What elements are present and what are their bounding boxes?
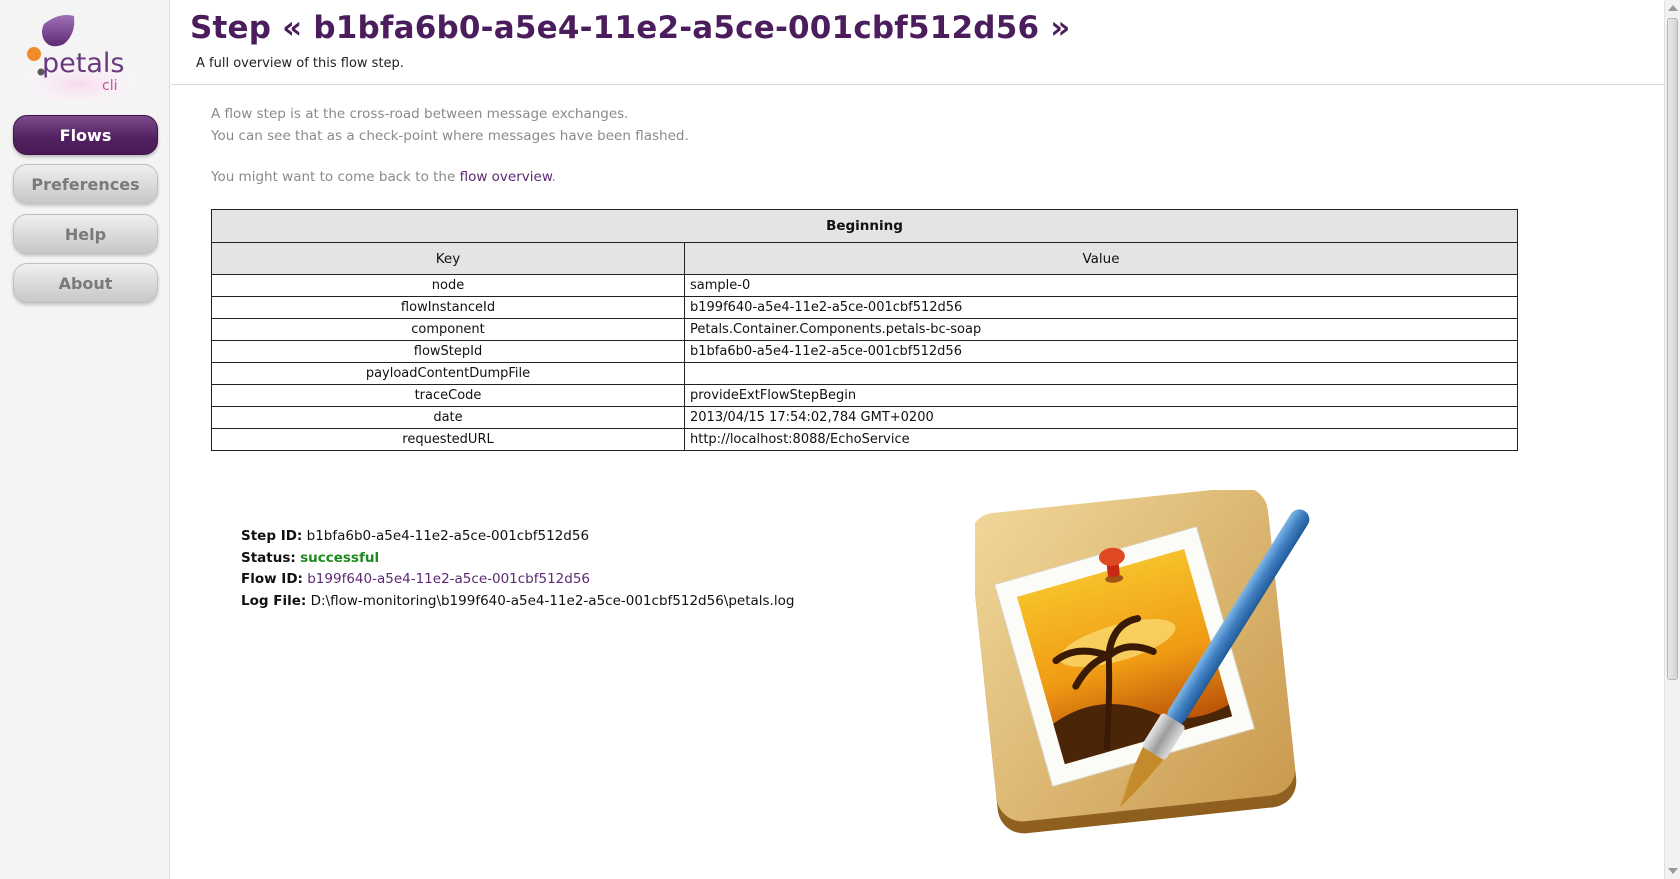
row-value: 2013/04/15 17:54:02,784 GMT+0200 [684,406,1518,429]
back-suffix: . [551,169,556,185]
row-value: http://localhost:8088/EchoService [684,428,1518,451]
petals-logo[interactable]: petals cli [14,10,144,104]
table-row: flowStepId b1bfa6b0-a5e4-11e2-a5ce-001cb… [211,340,1518,363]
nav-about-button[interactable]: About [13,263,158,303]
row-value: b199f640-a5e4-11e2-a5ce-001cbf512d56 [684,296,1518,319]
nav-flows-button[interactable]: Flows [13,115,158,155]
logo-brand-text: petals [42,48,124,79]
row-value: b1bfa6b0-a5e4-11e2-a5ce-001cbf512d56 [684,340,1518,363]
table-row: requestedURL http://localhost:8088/EchoS… [211,428,1518,451]
column-header-key: Key [211,242,685,275]
page-title: Step « b1bfa6b0-a5e4-11e2-a5ce-001cbf512… [190,10,1071,46]
step-details: Step ID: b1bfa6b0-a5e4-11e2-a5ce-001cbf5… [241,526,794,612]
flow-id-line: Flow ID: b199f640-a5e4-11e2-a5ce-001cbf5… [241,569,794,591]
nav-about-label: About [58,273,113,293]
row-key: component [211,318,685,341]
vertical-scrollbar[interactable] [1664,0,1680,879]
page-subtitle: A full overview of this flow step. [196,56,404,71]
row-key: requestedURL [211,428,685,451]
page-header: Step « b1bfa6b0-a5e4-11e2-a5ce-001cbf512… [171,0,1664,85]
log-file-label: Log File: [241,592,307,609]
row-key: date [211,406,685,429]
status-label: Status: [241,549,296,566]
back-sentence: You might want to come back to the flow … [211,169,556,185]
step-data-table: Beginning Key Value node sample-0 flowIn… [211,209,1518,451]
table-row: component Petals.Container.Components.pe… [211,318,1518,341]
back-prefix: You might want to come back to the [211,169,460,185]
step-id-line: Step ID: b1bfa6b0-a5e4-11e2-a5ce-001cbf5… [241,526,794,548]
row-key: node [211,274,685,297]
scrollbar-thumb[interactable] [1667,18,1678,680]
intro-line-2: You can see that as a check-point where … [211,128,689,144]
flow-overview-link[interactable]: flow overview [460,169,552,185]
step-id-value: b1bfa6b0-a5e4-11e2-a5ce-001cbf512d56 [306,528,590,544]
table-row: payloadContentDumpFile [211,362,1518,385]
nav-preferences-button[interactable]: Preferences [13,164,158,204]
image-editor-app-icon [969,486,1335,870]
row-value: Petals.Container.Components.petals-bc-so… [684,318,1518,341]
intro-line-1: A flow step is at the cross-road between… [211,106,629,122]
row-key: flowStepId [211,340,685,363]
table-title: Beginning [211,209,1518,243]
sidebar: petals cli Flows Preferences Help About [0,0,170,879]
table-row: flowInstanceId b199f640-a5e4-11e2-a5ce-0… [211,296,1518,319]
flow-id-link[interactable]: b199f640-a5e4-11e2-a5ce-001cbf512d56 [307,571,590,587]
row-value: provideExtFlowStepBegin [684,384,1518,407]
logo-suffix-text: cli [102,78,117,94]
table-row: traceCode provideExtFlowStepBegin [211,384,1518,407]
nav-preferences-label: Preferences [31,174,140,194]
log-file-line: Log File: D:\flow-monitoring\b199f640-a5… [241,591,794,613]
row-value [684,362,1518,385]
scroll-up-arrow-icon[interactable] [1668,5,1678,11]
row-key: flowInstanceId [211,296,685,319]
table-row: date 2013/04/15 17:54:02,784 GMT+0200 [211,406,1518,429]
nav-help-button[interactable]: Help [13,214,158,254]
column-header-value: Value [684,242,1518,275]
row-value: sample-0 [684,274,1518,297]
scroll-down-arrow-icon[interactable] [1668,868,1678,874]
step-id-label: Step ID: [241,528,303,544]
table-row: node sample-0 [211,274,1518,297]
nav-flows-label: Flows [59,125,112,145]
flow-id-label: Flow ID: [241,571,303,587]
row-key: payloadContentDumpFile [211,362,685,385]
log-file-value: D:\flow-monitoring\b199f640-a5e4-11e2-a5… [310,592,795,609]
nav-help-label: Help [64,224,107,244]
status-line: Status: successful [241,548,794,570]
status-badge: successful [300,549,380,566]
row-key: traceCode [211,384,685,407]
